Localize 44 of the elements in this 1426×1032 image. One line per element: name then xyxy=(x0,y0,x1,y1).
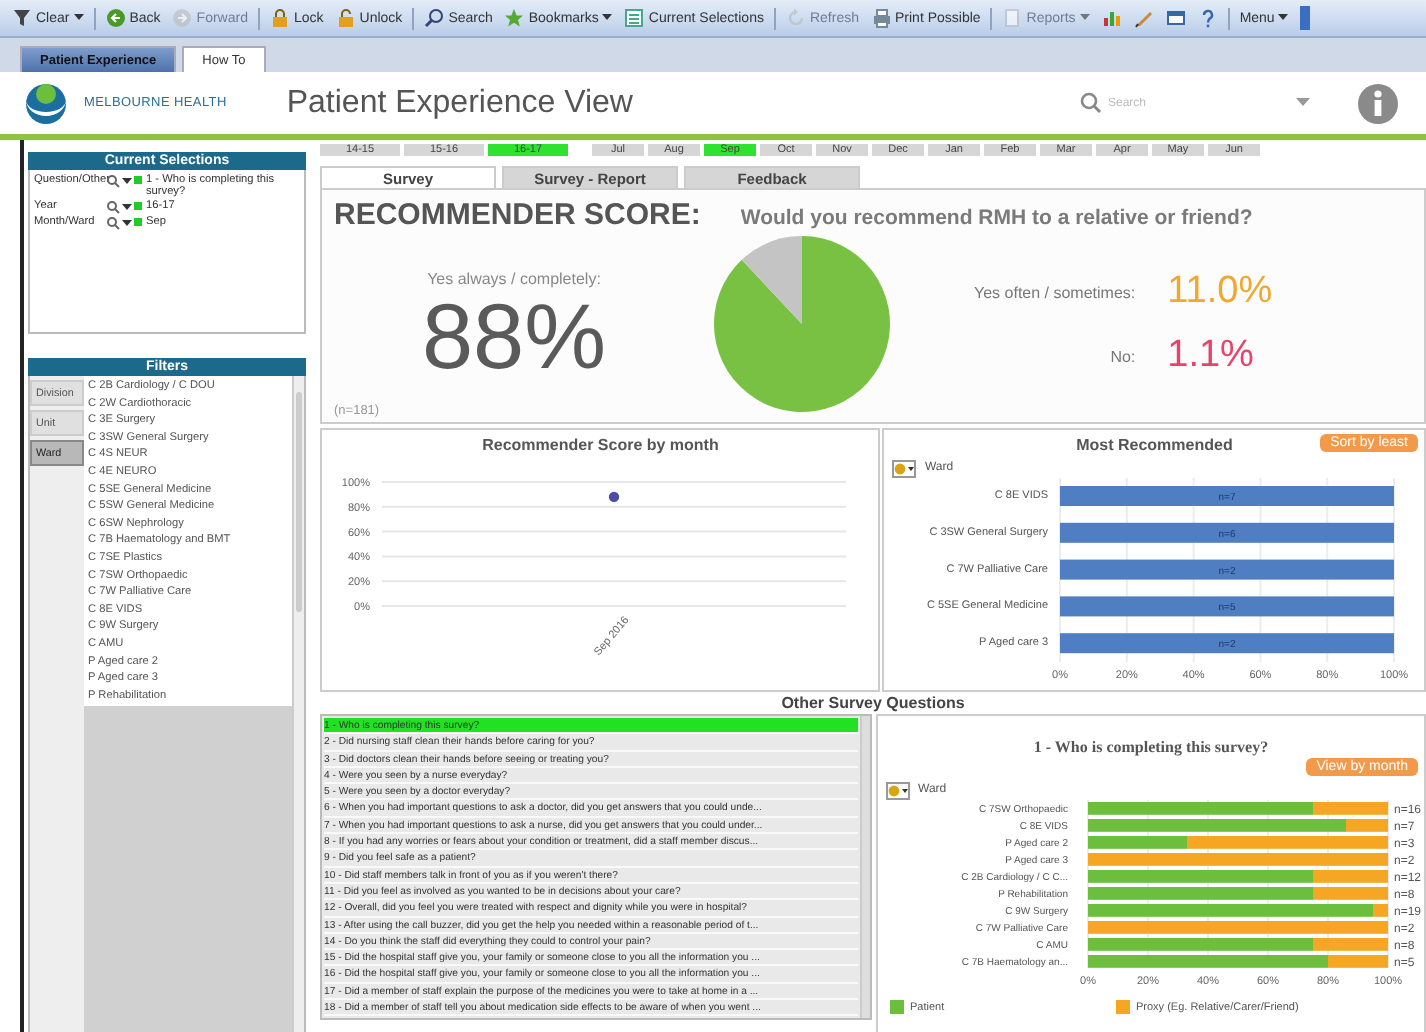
arrow-circle-icon xyxy=(172,8,193,28)
search-icon xyxy=(424,8,445,28)
search-icon[interactable] xyxy=(106,174,120,188)
cycle-icon xyxy=(892,459,917,477)
filter-icon xyxy=(12,8,32,28)
section-title: Other Survey Questions xyxy=(781,694,965,712)
scrollbar[interactable] xyxy=(860,716,870,1018)
pencil-icon xyxy=(1133,8,1154,28)
score-value: 88% xyxy=(419,288,609,386)
score-label: Yes always / completely: xyxy=(425,270,603,289)
cycle-icon xyxy=(886,781,910,799)
unlock-icon xyxy=(335,8,356,28)
page-title: Patient Experience View xyxy=(286,85,633,121)
grip-handle[interactable] xyxy=(1300,6,1311,30)
score-title: RECOMMENDER SCORE: xyxy=(334,198,701,232)
arrow-circle-icon xyxy=(105,8,126,28)
logo-icon xyxy=(24,81,68,125)
answer-value: 11.0% xyxy=(1167,270,1273,314)
search-icon xyxy=(1080,92,1102,114)
data-point xyxy=(608,491,620,503)
printer-icon xyxy=(871,8,891,28)
refresh-icon xyxy=(785,8,806,28)
lock-icon xyxy=(269,8,290,28)
chart-title: 1 - Who is completing this survey? xyxy=(1033,736,1269,760)
toolbar-button[interactable] xyxy=(1129,6,1158,30)
answer-value: 1.1% xyxy=(1167,334,1256,378)
info-icon[interactable] xyxy=(1358,83,1398,123)
caret-icon xyxy=(122,177,132,185)
answer-label: No: xyxy=(1108,347,1136,365)
caret-icon[interactable] xyxy=(1296,98,1310,108)
chart-title: Most Recommended xyxy=(1076,434,1233,458)
search-icon[interactable] xyxy=(106,216,120,230)
list-icon xyxy=(624,8,645,28)
star-icon xyxy=(504,8,525,28)
scrollbar[interactable] xyxy=(292,376,304,1032)
answer-label: Yes often / sometimes: xyxy=(974,283,1136,301)
survey-question: Would you recommend RMH to a relative or friend? xyxy=(740,206,1253,230)
document-icon xyxy=(1002,8,1023,28)
chart-title: Recommender Score by month xyxy=(480,434,721,458)
chart-icon xyxy=(1101,8,1122,28)
toolbar-button[interactable] xyxy=(1161,6,1190,30)
window-icon xyxy=(1165,8,1186,28)
search-icon[interactable] xyxy=(106,200,120,214)
question-icon xyxy=(1197,8,1218,28)
